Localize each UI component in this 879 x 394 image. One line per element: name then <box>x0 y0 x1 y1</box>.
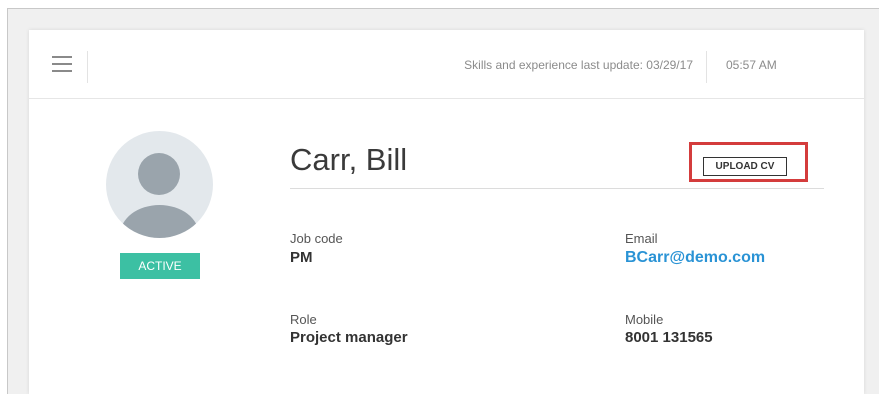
header-divider <box>706 51 707 83</box>
role-value: Project manager <box>290 329 408 346</box>
job-code-label: Job code <box>290 231 343 246</box>
mobile-value: 8001 131565 <box>625 329 713 346</box>
time-text: 05:57 AM <box>726 58 777 72</box>
profile-card: Skills and experience last update: 03/29… <box>29 30 864 394</box>
status-badge: ACTIVE <box>120 253 200 279</box>
header-divider <box>87 51 88 83</box>
user-placeholder-icon <box>106 131 213 238</box>
role-label: Role <box>290 312 317 327</box>
email-label: Email <box>625 231 658 246</box>
window-top-edge <box>0 0 879 9</box>
hamburger-menu-icon[interactable] <box>52 56 72 72</box>
email-link[interactable]: BCarr@demo.com <box>625 249 765 267</box>
upload-cv-button[interactable]: UPLOAD CV <box>703 157 787 176</box>
job-code-value: PM <box>290 249 313 266</box>
name-divider <box>290 188 824 189</box>
card-header: Skills and experience last update: 03/29… <box>29 30 864 99</box>
last-update-text: Skills and experience last update: 03/29… <box>464 58 693 72</box>
window-left-edge <box>0 8 8 394</box>
mobile-label: Mobile <box>625 312 664 327</box>
profile-name: Carr, Bill <box>290 142 408 177</box>
